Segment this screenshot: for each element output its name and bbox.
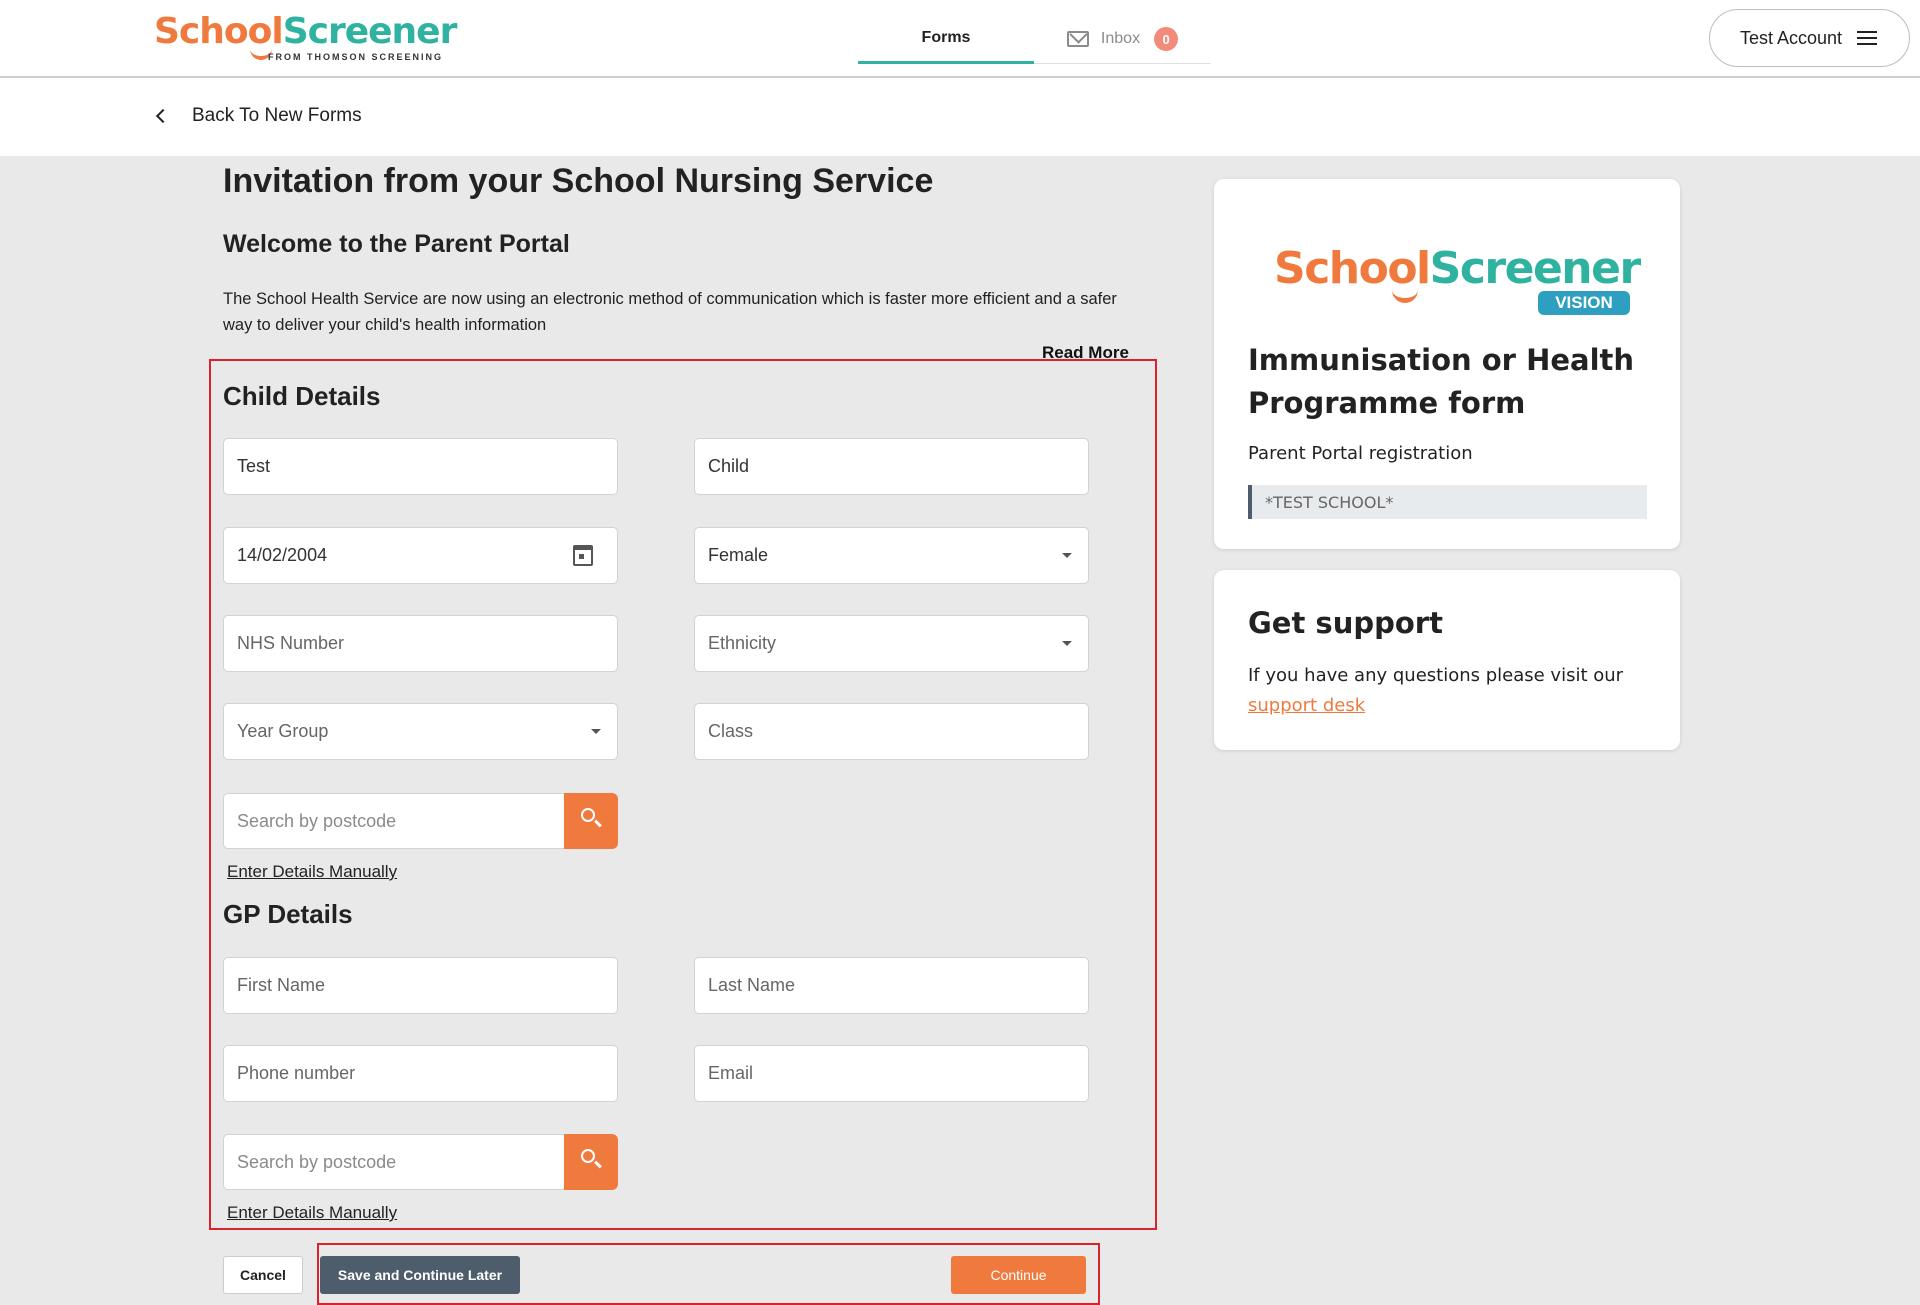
schoolscreener-vision-logo: SchoolScreener VISION xyxy=(1274,243,1642,315)
gp-phone-placeholder: Phone number xyxy=(237,1063,356,1083)
gp-phone-field[interactable]: Phone number xyxy=(223,1045,618,1102)
gp-postcode-search: Search by postcode xyxy=(223,1134,618,1190)
support-title: Get support xyxy=(1248,606,1443,640)
class-placeholder: Class xyxy=(708,721,754,741)
nhs-number-placeholder: NHS Number xyxy=(237,633,345,653)
continue-button[interactable]: Continue xyxy=(951,1256,1086,1294)
gp-last-name-placeholder: Last Name xyxy=(708,975,796,995)
cancel-button[interactable]: Cancel xyxy=(223,1256,303,1294)
child-postcode-input[interactable]: Search by postcode xyxy=(223,793,565,849)
dropdown-caret-icon xyxy=(1062,641,1072,646)
logo-smile-icon xyxy=(1392,289,1418,303)
tab-forms[interactable]: Forms xyxy=(858,14,1034,64)
back-to-new-forms-link[interactable]: Back To New Forms xyxy=(155,105,362,127)
gp-first-name-field[interactable]: First Name xyxy=(223,957,618,1014)
save-and-continue-later-button[interactable]: Save and Continue Later xyxy=(320,1256,520,1294)
support-card: Get support If you have any questions pl… xyxy=(1214,570,1680,750)
form-card-subtitle: Parent Portal registration xyxy=(1248,443,1473,464)
account-menu-button[interactable]: Test Account xyxy=(1709,9,1910,67)
child-first-name-field[interactable]: Test xyxy=(223,438,618,495)
gp-email-placeholder: Email xyxy=(708,1063,754,1083)
form-card-title-line2: Programme form xyxy=(1248,386,1526,420)
child-enter-details-manually-link[interactable]: Enter Details Manually xyxy=(227,862,397,882)
page-title: Invitation from your School Nursing Serv… xyxy=(223,162,934,200)
nav-tabs: Forms Inbox 0 xyxy=(858,14,1211,64)
date-of-birth-field[interactable]: 14/02/2004 xyxy=(223,527,618,584)
logo-screener-text: Screener xyxy=(282,11,458,52)
child-details-heading: Child Details xyxy=(223,381,381,411)
inbox-count-badge: 0 xyxy=(1154,27,1179,51)
hamburger-menu-icon xyxy=(1857,31,1877,45)
gp-postcode-search-button[interactable] xyxy=(564,1134,618,1190)
back-link-label: Back To New Forms xyxy=(192,105,362,126)
tab-inbox-label: Inbox xyxy=(1100,30,1141,47)
class-field[interactable]: Class xyxy=(694,703,1089,760)
search-icon xyxy=(581,1149,595,1163)
dropdown-caret-icon xyxy=(591,729,601,734)
welcome-heading: Welcome to the Parent Portal xyxy=(223,230,570,258)
year-group-placeholder: Year Group xyxy=(237,721,329,741)
child-postcode-search: Search by postcode xyxy=(223,793,618,849)
ethnicity-placeholder: Ethnicity xyxy=(708,633,777,653)
child-first-name-value: Test xyxy=(237,456,271,476)
school-name-tag: *TEST SCHOOL* xyxy=(1248,485,1647,519)
form-card-title-line1: Immunisation or Health xyxy=(1248,343,1635,377)
logo-school-text: School xyxy=(154,11,284,52)
account-label: Test Account xyxy=(1740,27,1843,48)
child-postcode-placeholder: Search by postcode xyxy=(237,810,397,831)
top-bar: SchoolScreener FROM THOMSON SCREENING Fo… xyxy=(0,0,1920,78)
nhs-number-field[interactable]: NHS Number xyxy=(223,615,618,672)
gender-select[interactable]: Female xyxy=(694,527,1089,584)
child-last-name-value: Child xyxy=(708,456,750,476)
tab-inbox[interactable]: Inbox 0 xyxy=(1034,14,1211,64)
mail-icon xyxy=(1066,31,1089,47)
child-postcode-search-button[interactable] xyxy=(564,793,618,849)
date-of-birth-value: 14/02/2004 xyxy=(237,545,328,565)
vision-badge: VISION xyxy=(1538,291,1630,315)
gender-value: Female xyxy=(708,545,769,565)
gp-details-heading: GP Details xyxy=(223,899,353,929)
year-group-select[interactable]: Year Group xyxy=(223,703,618,760)
search-icon xyxy=(581,808,595,822)
gp-first-name-placeholder: First Name xyxy=(237,975,326,995)
vision-logo-screener-text: Screener xyxy=(1429,243,1642,294)
schoolscreener-logo[interactable]: SchoolScreener FROM THOMSON SCREENING xyxy=(154,11,458,63)
logo-tagline: FROM THOMSON SCREENING xyxy=(268,52,444,62)
intro-text: The School Health Service are now using … xyxy=(223,290,1117,334)
vision-logo-school-text: School xyxy=(1274,243,1431,294)
form-info-card: SchoolScreener VISION Immunisation or He… xyxy=(1214,179,1680,549)
gp-postcode-placeholder: Search by postcode xyxy=(237,1151,397,1172)
gp-email-field[interactable]: Email xyxy=(694,1045,1089,1102)
dropdown-caret-icon xyxy=(1062,553,1072,558)
gp-postcode-input[interactable]: Search by postcode xyxy=(223,1134,565,1190)
ethnicity-select[interactable]: Ethnicity xyxy=(694,615,1089,672)
gp-last-name-field[interactable]: Last Name xyxy=(694,957,1089,1014)
support-text: If you have any questions please visit o… xyxy=(1248,665,1624,686)
support-desk-link[interactable]: support desk xyxy=(1248,691,1365,721)
tab-forms-label: Forms xyxy=(921,28,971,46)
calendar-icon[interactable] xyxy=(573,545,593,566)
child-last-name-field[interactable]: Child xyxy=(694,438,1089,495)
back-bar: Back To New Forms xyxy=(0,78,1920,156)
chevron-left-icon xyxy=(155,108,171,124)
gp-enter-details-manually-link[interactable]: Enter Details Manually xyxy=(227,1203,397,1223)
